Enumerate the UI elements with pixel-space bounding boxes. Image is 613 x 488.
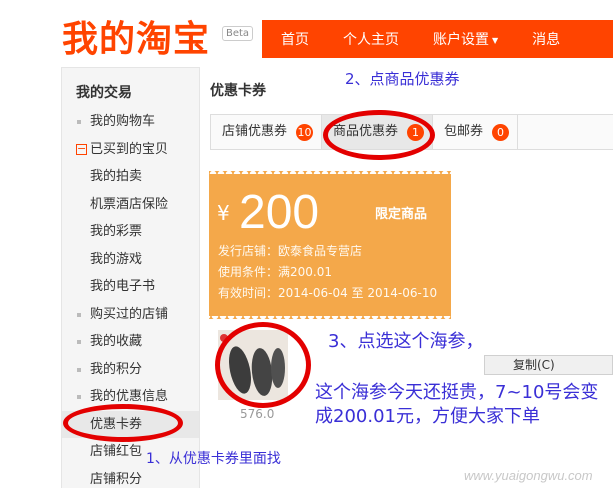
sidebar-item-label: 我的优惠信息 [90,389,169,404]
annotation-step-3: 3、点选这个海参， [328,331,484,352]
coupon-tabs: 店铺优惠券 10 商品优惠券 1 包邮券 0 [210,114,613,150]
bullet-icon [77,312,81,317]
tab-free-shipping-coupons[interactable]: 包邮券 0 [433,115,519,149]
sidebar-item-lottery[interactable]: 我的彩票 [62,218,199,246]
annotation-step-2: 2、点商品优惠券 [345,70,460,88]
currency-symbol: ¥ [217,201,230,225]
sidebar-item-ebooks[interactable]: 我的电子书 [62,273,199,301]
bullet-icon [77,340,81,344]
nav-account-settings-label: 账户设置 [433,32,489,48]
sidebar-item-label: 我的收藏 [90,334,143,349]
sidebar-item-label: 店铺红包 [90,444,143,459]
coupon-validity: 有效时间：2014-06-04 至 2014-06-10 [218,286,438,300]
bullet-icon [77,395,81,399]
sidebar-item-games[interactable]: 我的游戏 [62,246,199,274]
sea-cucumber-image [218,330,288,400]
beta-badge: Beta [222,26,254,41]
tab-label: 店铺优惠券 [222,124,288,139]
sidebar-item-coupons[interactable]: 优惠卡券 [62,410,199,438]
count-badge: 1 [407,123,425,141]
coupon-card[interactable]: ¥ 200 限定商品 发行店铺：欧泰食品专营店 使用条件：满200.01 有效时… [209,169,451,319]
product-price: 576.0 [240,407,275,421]
sidebar-list: 我的购物车 − 已买到的宝贝 我的拍卖 机票酒店保险 我的彩票 我的游戏 我的电子… [62,108,199,488]
coupon-shop: 发行店铺：欧泰食品专营店 [218,244,363,258]
sidebar-item-purchased[interactable]: − 已买到的宝贝 [62,136,199,164]
sidebar-item-promotions[interactable]: 我的优惠信息 [62,383,199,411]
taobao-logo[interactable]: 我的淘宝 [62,18,210,62]
sidebar-item-label: 优惠卡券 [90,416,143,432]
annotation-step-1: 1、从优惠卡券里面找 [146,451,281,467]
chevron-down-icon: ▼ [492,35,499,45]
sidebar-item-shop-points[interactable]: 店铺积分 [62,466,199,488]
sidebar-item-label: 我的游戏 [90,251,143,267]
nav-messages[interactable]: 消息 [513,29,575,49]
sidebar-item-label: 我的拍卖 [90,169,143,184]
sidebar-item-points[interactable]: 我的积分 [62,356,199,384]
sidebar-item-favorites[interactable]: 我的收藏 [62,328,199,356]
collapse-minus-icon[interactable]: − [76,143,87,155]
page-title: 优惠卡券 [210,83,266,99]
tab-label: 包邮券 [444,124,484,139]
nav-profile[interactable]: 个人主页 [324,29,414,49]
coupon-limit: 限定商品 [375,207,428,222]
count-badge: 0 [492,123,510,141]
sidebar-item-label: 我的购物车 [90,114,156,129]
sidebar-item-shops-purchased[interactable]: 购买过的店铺 [62,301,199,329]
watermark: www.yuaigongwu.com [464,468,593,483]
sidebar-item-label: 我的积分 [90,361,143,377]
nav-home[interactable]: 首页 [262,29,324,49]
count-badge: 10 [296,123,314,141]
coupon-amount: 200 [239,186,320,239]
bullet-icon [77,120,81,124]
sidebar: 我的交易 我的购物车 − 已买到的宝贝 我的拍卖 机票酒店保险 我的彩票 我的游戏… [61,67,200,488]
sidebar-item-label: 购买过的店铺 [90,306,169,322]
top-navigation: 首页 个人主页 账户设置 ▼ 消息 [262,20,613,58]
tab-shop-coupons[interactable]: 店铺优惠券 10 [211,115,323,149]
copy-menu-item[interactable]: 复制(C) [484,355,613,375]
sidebar-item-label: 我的彩票 [90,224,143,239]
sidebar-title: 我的交易 [76,85,132,101]
sidebar-item-label: 已买到的宝贝 [90,141,169,157]
sidebar-item-cart[interactable]: 我的购物车 [62,108,199,136]
annotation-note: 这个海参今天还挺贵，7~10号会变成200.01元，方便大家下单 [315,382,599,427]
sidebar-item-label: 机票酒店保险 [90,196,169,212]
coupon-condition: 使用条件：满200.01 [218,265,332,279]
tab-product-coupons[interactable]: 商品优惠券 1 [322,115,434,149]
bullet-icon [77,367,81,372]
sidebar-item-label: 店铺积分 [90,471,143,487]
sidebar-item-label: 我的电子书 [90,279,156,294]
sidebar-item-travel-insurance[interactable]: 机票酒店保险 [62,191,199,219]
nav-account-settings[interactable]: 账户设置 ▼ [414,29,513,49]
sidebar-item-auctions[interactable]: 我的拍卖 [62,163,199,191]
product-image-sea-cucumber[interactable] [218,330,288,400]
tab-label: 商品优惠券 [333,124,399,139]
